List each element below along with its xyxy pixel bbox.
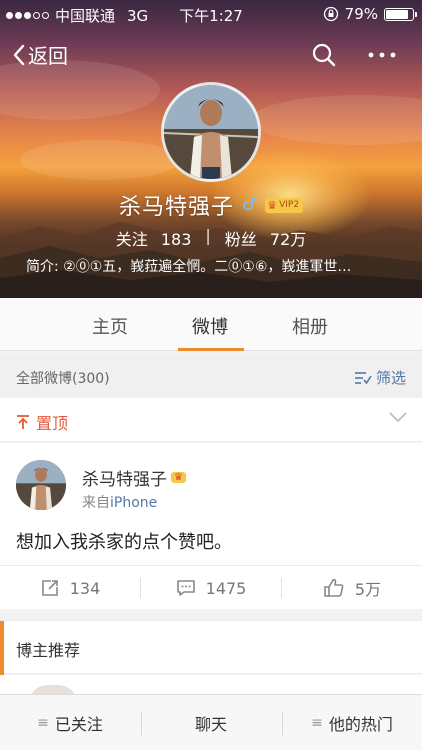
comment-icon xyxy=(176,580,195,596)
repost-icon xyxy=(41,580,58,596)
followed-label: 已关注 xyxy=(54,715,103,734)
profile-stats: 关注 183 | 粉丝 72万 xyxy=(0,226,422,250)
followers-count: 72万 xyxy=(269,230,307,249)
recommend-list-partial xyxy=(0,675,422,705)
active-tab-indicator xyxy=(178,348,244,351)
stats-divider: | xyxy=(205,226,211,245)
profile-bio[interactable]: 简介: ②⓪①五，峩菈遍全惘。二⓪①⑥，峩進軍世… xyxy=(26,256,396,276)
hot-label: 他的热门 xyxy=(328,715,393,734)
search-icon[interactable] xyxy=(311,42,337,68)
status-bar: 中国联通 3G 下午1:27 79% xyxy=(0,0,422,28)
filter-label: 筛选 xyxy=(375,369,406,387)
following-stat[interactable]: 关注 183 xyxy=(116,226,192,250)
like-count: 5万 xyxy=(354,580,382,599)
source-device[interactable]: iPhone xyxy=(110,495,157,511)
pinned-label: 置顶 xyxy=(36,414,69,433)
vip-badge[interactable]: ♛ VIP2 xyxy=(265,197,304,213)
battery-icon xyxy=(384,7,417,21)
crown-icon: ♛ xyxy=(171,472,186,483)
followers-label: 粉丝 xyxy=(224,230,257,249)
post-actions: 134 1475 5万 xyxy=(0,565,422,609)
pin-icon xyxy=(17,415,29,429)
thumbs-up-icon xyxy=(324,578,344,597)
profile-name-row: 杀马特强子 ♂ ♛ VIP2 xyxy=(0,189,422,221)
battery-percent: 79% xyxy=(344,5,378,23)
person-photo xyxy=(16,460,66,510)
repost-count: 134 xyxy=(69,578,101,598)
following-label: 关注 xyxy=(115,230,148,249)
orientation-lock-icon xyxy=(323,6,338,22)
post-content[interactable]: 想加入我杀家的点个赞吧。 xyxy=(16,528,232,554)
chat-label: 聊天 xyxy=(194,715,227,734)
back-button[interactable]: 返回 xyxy=(12,40,68,69)
male-icon: ♂ xyxy=(241,195,258,215)
post-author-name-row[interactable]: 杀马特强子 ♛ xyxy=(82,465,186,490)
chat-button[interactable]: 聊天 xyxy=(141,695,281,750)
profile-tabs: 主页 微博 相册 xyxy=(0,298,422,351)
menu-lines-icon: ≡ xyxy=(37,715,49,731)
all-weibo-count: 全部微博(300) xyxy=(16,371,110,387)
like-button[interactable]: 5万 xyxy=(282,566,422,610)
followed-button[interactable]: ≡ 已关注 xyxy=(0,695,140,750)
back-label: 返回 xyxy=(28,44,68,68)
filter-button[interactable]: 筛选 xyxy=(354,367,406,388)
tab-home[interactable]: 主页 xyxy=(92,313,128,339)
tab-album[interactable]: 相册 xyxy=(292,313,328,339)
chevron-down-icon[interactable] xyxy=(388,410,408,424)
repost-button[interactable]: 134 xyxy=(0,566,140,610)
post-author-name: 杀马特强子 xyxy=(82,470,167,490)
profile-avatar[interactable] xyxy=(161,82,261,182)
profile-name: 杀马特强子 xyxy=(118,195,234,220)
pinned-row: 置顶 xyxy=(0,398,422,442)
source-prefix: 来自 xyxy=(82,495,110,511)
menu-lines-icon: ≡ xyxy=(311,715,323,731)
top-nav: 返回 xyxy=(0,32,422,76)
filter-row: 全部微博(300) 筛选 xyxy=(0,356,422,398)
post-source: 来自iPhone xyxy=(82,492,157,512)
comment-count: 1475 xyxy=(205,578,247,598)
section-accent-bar xyxy=(0,621,4,675)
pinned-label-group[interactable]: 置顶 xyxy=(16,410,68,434)
bottom-action-bar: ≡ 已关注 聊天 ≡ 他的热门 xyxy=(0,694,422,750)
crown-icon: ♛ xyxy=(267,198,278,212)
hot-button[interactable]: ≡ 他的热门 xyxy=(282,695,422,750)
more-icon[interactable] xyxy=(366,42,398,68)
blogger-recommend-header: 博主推荐 xyxy=(0,620,422,675)
vip-label: VIP2 xyxy=(279,200,300,210)
person-photo xyxy=(164,85,258,179)
tab-weibo[interactable]: 微博 xyxy=(192,313,228,339)
following-count: 183 xyxy=(160,230,192,249)
chevron-left-icon xyxy=(13,44,25,65)
filter-icon xyxy=(354,371,372,384)
comment-button[interactable]: 1475 xyxy=(141,566,281,610)
followers-stat[interactable]: 粉丝 72万 xyxy=(225,226,306,250)
recommend-title: 博主推荐 xyxy=(16,641,81,660)
post-author-avatar[interactable] xyxy=(16,460,66,510)
